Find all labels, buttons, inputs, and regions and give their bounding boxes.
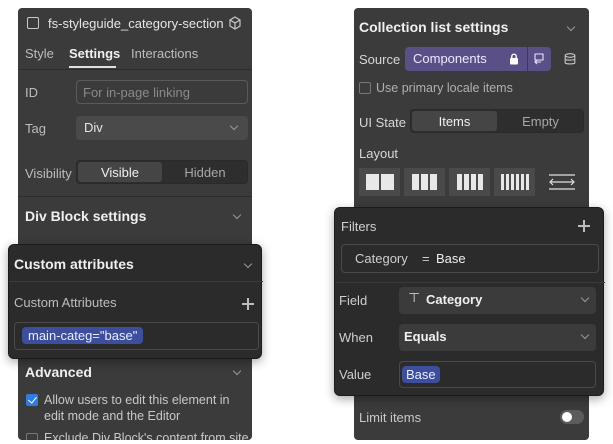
id-input[interactable]: For in-page linking xyxy=(76,80,248,104)
limit-items-label: Limit items xyxy=(359,410,422,425)
layout-2-columns-button[interactable] xyxy=(359,168,400,196)
field-value: Category xyxy=(426,292,483,307)
ui-state-empty[interactable]: Empty xyxy=(498,110,583,132)
layout-grid-settings-icon[interactable] xyxy=(547,172,577,192)
attribute-row[interactable]: main-categ="base" xyxy=(14,322,259,350)
divider xyxy=(9,281,263,282)
component-icon[interactable] xyxy=(228,16,242,30)
chevron-down-icon[interactable] xyxy=(566,22,576,32)
tab-settings[interactable]: Settings xyxy=(69,46,120,61)
custom-attributes-subtitle: Custom Attributes xyxy=(14,295,117,310)
visibility-toggle[interactable]: Visible Hidden xyxy=(76,160,248,184)
id-placeholder: For in-page linking xyxy=(83,85,190,100)
source-divider xyxy=(527,47,528,71)
layout-options xyxy=(359,168,584,196)
id-label: ID xyxy=(25,85,38,100)
ui-state-items[interactable]: Items xyxy=(412,111,497,131)
allow-edit-checkbox[interactable] xyxy=(26,394,38,406)
attribute-pill[interactable]: main-categ="base" xyxy=(22,327,144,344)
visibility-visible[interactable]: Visible xyxy=(78,162,162,182)
text-type-icon: ⊤ xyxy=(408,291,421,306)
plus-icon[interactable] xyxy=(578,220,590,232)
allow-edit-label: Allow users to edit this element in edit… xyxy=(44,393,230,423)
filter-summary-field: Category xyxy=(355,251,408,266)
swap-source-icon[interactable] xyxy=(532,52,546,66)
chevron-down-icon xyxy=(580,330,590,340)
chevron-down-icon xyxy=(580,293,590,303)
primary-locale-checkbox[interactable] xyxy=(359,82,371,94)
chevron-down-icon[interactable] xyxy=(232,366,242,376)
custom-attributes-title: Custom attributes xyxy=(14,256,134,272)
layout-4-columns-button[interactable] xyxy=(449,168,490,196)
source-value: Components xyxy=(413,51,487,66)
exclude-content-checkbox[interactable] xyxy=(26,433,38,440)
primary-locale-label: Use primary locale items xyxy=(376,81,513,95)
divider xyxy=(18,69,252,70)
chevron-down-icon[interactable] xyxy=(243,259,253,269)
element-checkbox-icon[interactable] xyxy=(27,17,39,29)
source-label: Source xyxy=(359,52,401,67)
when-select[interactable]: Equals xyxy=(399,324,596,351)
field-label: Field xyxy=(339,293,368,308)
limit-items-toggle[interactable] xyxy=(560,410,584,424)
plus-icon[interactable] xyxy=(242,298,254,310)
tab-interactions[interactable]: Interactions xyxy=(131,46,198,61)
tag-value: Div xyxy=(84,120,103,135)
chevron-down-icon[interactable] xyxy=(232,210,242,220)
filter-summary-op: = xyxy=(422,251,430,266)
source-select[interactable]: Components xyxy=(405,47,551,71)
layout-6-columns-button[interactable] xyxy=(494,168,535,196)
tag-label: Tag xyxy=(25,121,46,136)
element-settings-panel: fs-styleguide_category-section Style Set… xyxy=(18,8,252,440)
value-input[interactable]: Base xyxy=(399,361,596,388)
element-name: fs-styleguide_category-section xyxy=(48,16,224,31)
field-select[interactable]: ⊤ Category xyxy=(399,287,596,314)
custom-attributes-popover: Custom attributes Custom Attributes main… xyxy=(8,244,263,359)
exclude-content-label: Exclude Div Block's content from site xyxy=(44,431,249,440)
tab-settings-underline xyxy=(69,66,116,68)
filter-summary-row[interactable]: Category = Base xyxy=(341,244,599,273)
lock-icon xyxy=(510,53,518,65)
layout-3-columns-button[interactable] xyxy=(404,168,445,196)
divider xyxy=(335,282,605,283)
filters-popover: Filters Category = Base Field ⊤ Category… xyxy=(334,207,605,396)
when-value: Equals xyxy=(404,329,447,344)
ui-state-toggle[interactable]: Items Empty xyxy=(410,109,584,133)
when-label: When xyxy=(339,330,373,345)
divider xyxy=(18,196,252,197)
visibility-label: Visibility xyxy=(25,166,72,181)
tag-select[interactable]: Div xyxy=(76,116,248,140)
filters-title: Filters xyxy=(341,219,377,234)
visibility-hidden[interactable]: Hidden xyxy=(163,161,247,183)
database-icon[interactable] xyxy=(564,53,576,66)
collection-list-title: Collection list settings xyxy=(359,19,509,35)
div-block-settings-header[interactable]: Div Block settings xyxy=(25,208,146,224)
advanced-header[interactable]: Advanced xyxy=(25,364,92,380)
filter-summary-value: Base xyxy=(436,251,466,266)
ui-state-label: UI State xyxy=(359,115,406,130)
chevron-down-icon xyxy=(229,121,239,131)
tab-style[interactable]: Style xyxy=(25,46,54,61)
value-pill[interactable]: Base xyxy=(402,366,440,383)
value-label: Value xyxy=(339,367,372,382)
layout-label: Layout xyxy=(359,146,399,161)
